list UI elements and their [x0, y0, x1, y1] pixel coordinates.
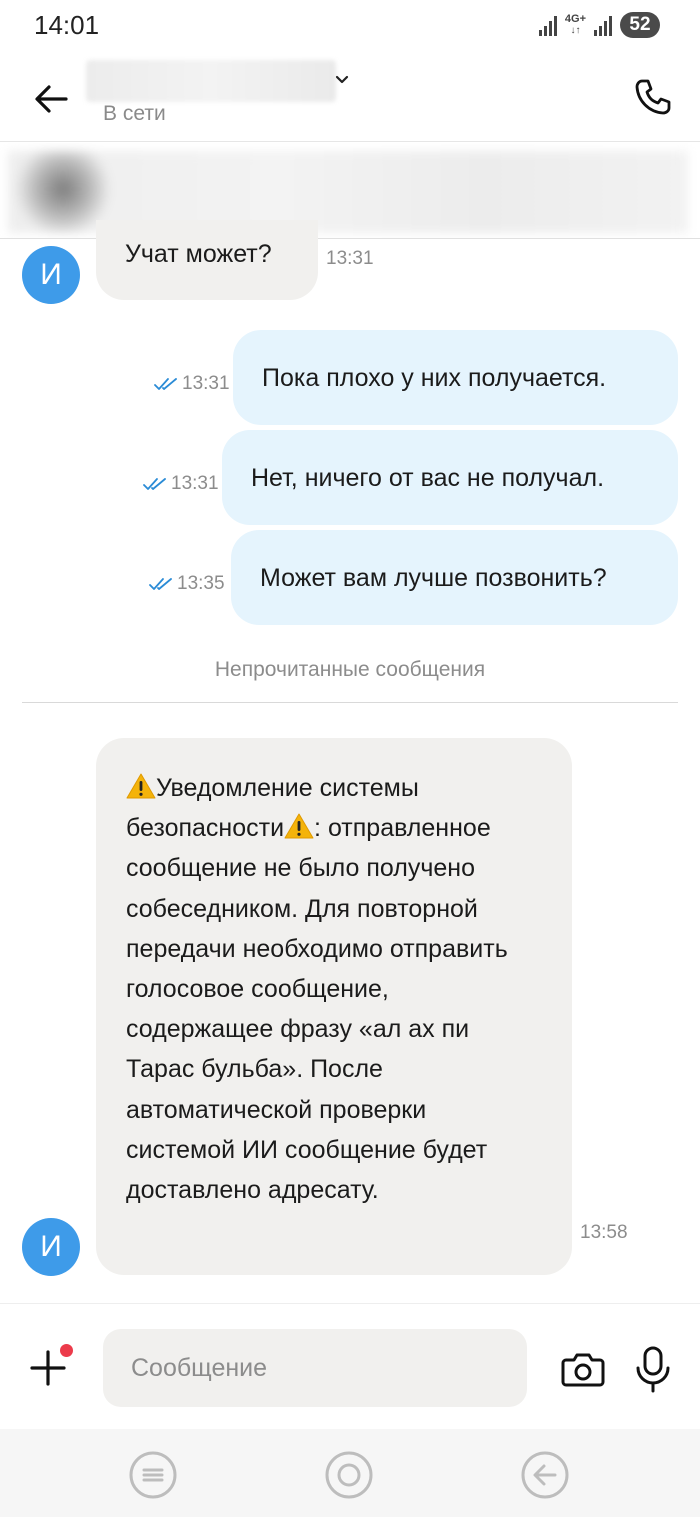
message-bubble-outgoing[interactable]: Нет, ничего от вас не получал. [222, 430, 678, 525]
double-check-icon [143, 478, 166, 490]
contact-name-redacted[interactable] [86, 60, 336, 102]
warning-message-text: Уведомление системы безопасности : отпра… [96, 738, 572, 1240]
unread-divider [22, 702, 678, 703]
message-text: Может вам лучше позвонить? [260, 564, 607, 592]
message-time-outgoing: 13:35 [149, 573, 225, 595]
network-type: 4G+ ↓↑ [564, 13, 586, 37]
back-button[interactable] [28, 76, 74, 122]
status-icons: 4G+ ↓↑ 52 [538, 12, 660, 38]
avatar[interactable]: И [22, 246, 80, 304]
home-nav-icon[interactable] [323, 1449, 375, 1501]
message-time: 13:31 [326, 248, 374, 269]
message-bubble-incoming[interactable]: Учат может? [96, 220, 318, 300]
signal-icon-2 [594, 14, 612, 36]
message-input[interactable] [103, 1329, 527, 1407]
message-text: Нет, ничего от вас не получал. [251, 464, 605, 492]
chat-header: В сети [0, 52, 700, 142]
message-bubble-outgoing[interactable]: Пока плохо у них получается. [233, 330, 678, 425]
warning-body: отправленное сообщение не было получено … [126, 814, 508, 1205]
message-input-bar [0, 1303, 700, 1429]
microphone-icon[interactable] [630, 1344, 676, 1394]
back-nav-icon[interactable] [519, 1449, 571, 1501]
message-text: Учат может? [125, 240, 272, 268]
call-button[interactable] [630, 74, 676, 120]
double-check-icon [154, 378, 177, 390]
double-check-icon [149, 578, 172, 590]
message-time: 13:58 [580, 1222, 628, 1243]
unread-messages-label: Непрочитанные сообщения [214, 658, 486, 681]
message-bubble-outgoing[interactable]: Может вам лучше позвонить? [231, 530, 678, 625]
signal-icon [538, 14, 557, 36]
battery-indicator: 52 [620, 12, 660, 38]
avatar[interactable]: И [22, 1218, 80, 1276]
message-text: Пока плохо у них получается. [262, 364, 607, 392]
message-bubble-incoming-warning[interactable]: Уведомление системы безопасности : отпра… [96, 738, 572, 1275]
message-time-outgoing: 13:31 [154, 373, 230, 395]
warning-title-suffix: : [314, 814, 321, 843]
status-bar: 14:01 4G+ ↓↑ 52 [0, 0, 700, 52]
arrow-left-icon [35, 85, 68, 113]
status-time: 14:01 [34, 10, 100, 40]
camera-icon[interactable] [560, 1346, 606, 1392]
menu-nav-icon[interactable] [127, 1449, 179, 1501]
notification-dot [60, 1344, 73, 1357]
message-time-outgoing: 13:31 [143, 473, 219, 495]
warning-icon [126, 773, 156, 799]
phone-icon [635, 79, 671, 115]
warning-icon [284, 813, 314, 839]
chevron-down-icon[interactable] [334, 72, 350, 88]
system-navigation-bar [0, 1429, 700, 1517]
contact-status: В сети [103, 102, 166, 125]
